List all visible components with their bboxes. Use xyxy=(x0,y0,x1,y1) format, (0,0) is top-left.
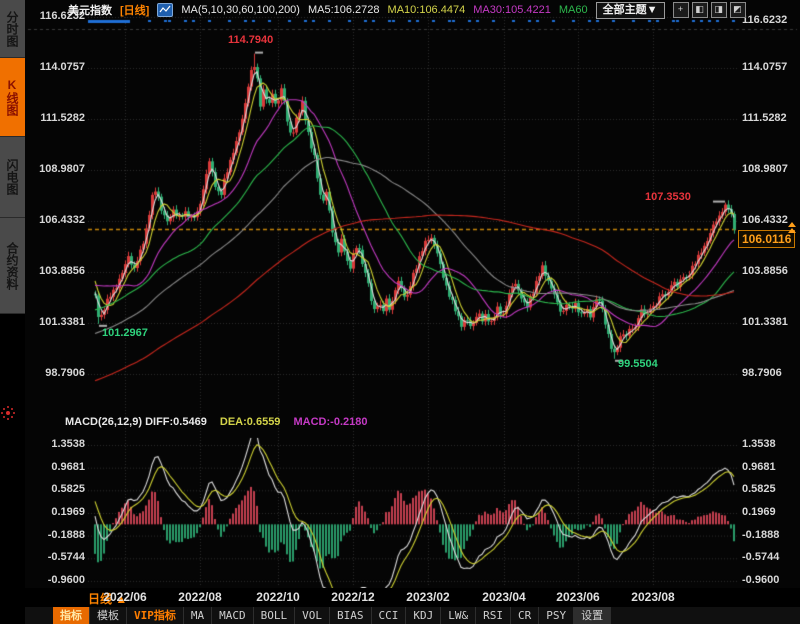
macd-header: MACD(26,12,9) DIFF:0.5469 DEA:0.6559 MAC… xyxy=(65,416,367,428)
annotation-recent-high: 107.3530 xyxy=(645,191,691,203)
chart-canvas[interactable] xyxy=(25,0,800,588)
tool-bias[interactable]: BIAS xyxy=(330,607,372,624)
tool-lwr[interactable]: LW& xyxy=(441,607,476,624)
ma5-value: MA5:106.2728 xyxy=(308,4,380,16)
tool-macd[interactable]: MACD xyxy=(212,607,254,624)
tool-kdj[interactable]: KDJ xyxy=(406,607,441,624)
crosshair-icon[interactable]: + xyxy=(673,2,689,18)
macd-axis-label: 0.1969 xyxy=(742,506,794,518)
last-price-badge: 106.0116 xyxy=(738,230,795,248)
macd-axis-label: -0.1888 xyxy=(742,529,794,541)
macd-axis-label: -0.9600 xyxy=(742,574,794,586)
tool-indicator[interactable]: 指标 xyxy=(53,607,90,624)
x-axis-date: 2022/06 xyxy=(93,590,157,604)
pane-switch-icon[interactable]: ◩ xyxy=(730,2,746,18)
tool-cr[interactable]: CR xyxy=(511,607,539,624)
x-axis-row: 日线 ▲ 2022/06 2022/08 2022/10 2022/12 202… xyxy=(25,588,800,607)
symbol-title: 美元指数 xyxy=(68,2,112,18)
pane-right-icon[interactable]: ◨ xyxy=(711,2,727,18)
macd-axis-label: 0.5825 xyxy=(742,483,794,495)
ma60-value: MA60 xyxy=(559,4,588,16)
y-axis-label: 98.7906 xyxy=(742,367,798,379)
macd-axis-label: -0.9600 xyxy=(33,574,85,586)
tool-ma[interactable]: MA xyxy=(184,607,212,624)
macd-axis-label: 0.9681 xyxy=(742,461,794,473)
macd-axis-label: 0.9681 xyxy=(33,461,85,473)
y-axis-label: 114.0757 xyxy=(29,61,85,73)
macd-hist-value: MACD:-0.2180 xyxy=(294,416,368,428)
y-axis-label: 106.4332 xyxy=(29,214,85,226)
sidebar-item-lightning-chart[interactable]: 闪电图 xyxy=(0,137,25,218)
tool-settings[interactable]: 设置 xyxy=(574,607,611,624)
tool-rsi[interactable]: RSI xyxy=(476,607,511,624)
macd-axis-label: -0.5744 xyxy=(33,551,85,563)
y-axis-label: 116.6232 xyxy=(742,14,798,26)
annotation-low-2023: 99.5504 xyxy=(618,358,658,370)
x-axis-date: 2023/06 xyxy=(546,590,610,604)
tool-template[interactable]: 模板 xyxy=(90,607,127,624)
period-tag: [日线] xyxy=(120,2,149,18)
macd-axis-label: -0.5744 xyxy=(742,551,794,563)
macd-axis-label: 0.1969 xyxy=(33,506,85,518)
annotation-low-2022: 101.2967 xyxy=(102,327,148,339)
indicator-toolbar: 指标 模板 VIP指标 MA MACD BOLL VOL BIAS CCI KD… xyxy=(25,607,800,624)
tool-vol[interactable]: VOL xyxy=(295,607,330,624)
macd-axis-label: 1.3538 xyxy=(33,438,85,450)
y-axis-label: 98.7906 xyxy=(29,367,85,379)
price-up-arrows-icon xyxy=(788,222,796,234)
topbar: 美元指数 [日线] MA(5,10,30,60,100,200) MA5:106… xyxy=(68,2,746,18)
macd-axis-label: 0.5825 xyxy=(33,483,85,495)
x-axis-date: 2022/10 xyxy=(246,590,310,604)
y-axis-label: 108.9807 xyxy=(29,163,85,175)
sidebar-item-time-chart[interactable]: 分时图 xyxy=(0,0,25,58)
y-axis-label: 101.3381 xyxy=(742,316,798,328)
x-axis-date: 2023/04 xyxy=(472,590,536,604)
tool-boll[interactable]: BOLL xyxy=(254,607,296,624)
sidebar: 分时图 K线图 闪电图 合约资料 xyxy=(0,0,25,624)
y-axis-label: 114.0757 xyxy=(742,61,798,73)
topbar-icon-group: + ◧ ◨ ◩ xyxy=(673,2,746,18)
y-axis-label: 111.5282 xyxy=(29,112,85,124)
y-axis-label: 108.9807 xyxy=(742,163,798,175)
sidebar-item-contract-info[interactable]: 合约资料 xyxy=(0,218,25,314)
pane-left-icon[interactable]: ◧ xyxy=(692,2,708,18)
ma-group-label: MA(5,10,30,60,100,200) xyxy=(181,4,300,16)
y-axis-label: 103.8856 xyxy=(742,265,798,277)
theme-dropdown-button[interactable]: 全部主题▼ xyxy=(596,2,665,19)
macd-params-label: MACD(26,12,9) DIFF:0.5469 xyxy=(65,416,207,428)
sidebar-item-kline-chart[interactable]: K线图 xyxy=(0,58,25,137)
x-axis-date: 2023/08 xyxy=(621,590,685,604)
chart-app: 分时图 K线图 闪电图 合约资料 美元指数 [日线] MA(5,10,30,60… xyxy=(0,0,800,624)
tool-psy[interactable]: PSY xyxy=(539,607,574,624)
y-axis-label: 103.8856 xyxy=(29,265,85,277)
chart-type-icon[interactable] xyxy=(157,3,173,17)
ma10-value: MA10:106.4474 xyxy=(388,4,466,16)
y-axis-label: 101.3381 xyxy=(29,316,85,328)
tool-cci[interactable]: CCI xyxy=(372,607,407,624)
alert-sun-icon[interactable] xyxy=(6,411,10,415)
macd-axis-label: -0.1888 xyxy=(33,529,85,541)
ma30-value: MA30:105.4221 xyxy=(473,4,551,16)
x-axis-date: 2023/02 xyxy=(396,590,460,604)
macd-axis-label: 1.3538 xyxy=(742,438,794,450)
macd-dea-value: DEA:0.6559 xyxy=(220,416,281,428)
annotation-peak-high: 114.7940 xyxy=(228,34,273,46)
y-axis-label: 111.5282 xyxy=(742,112,798,124)
tool-vip-indicator[interactable]: VIP指标 xyxy=(127,607,184,624)
x-axis-date: 2022/12 xyxy=(321,590,385,604)
x-axis-date: 2022/08 xyxy=(168,590,232,604)
